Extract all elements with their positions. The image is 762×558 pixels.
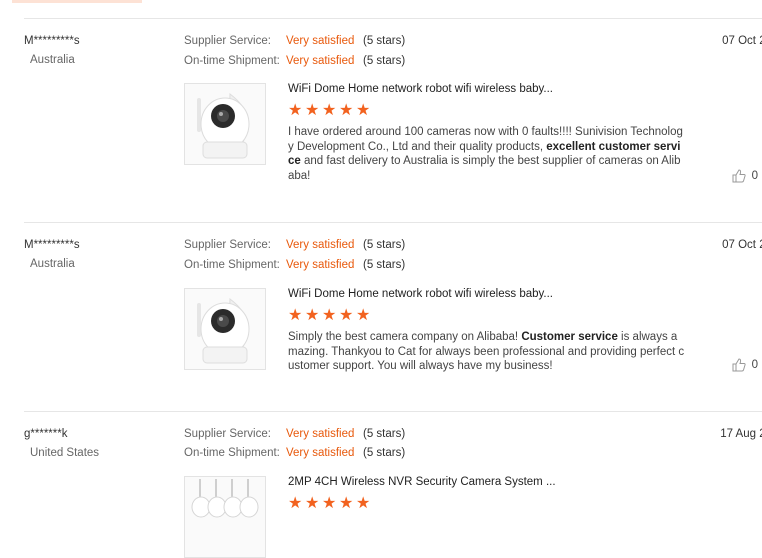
shipment-rating: On-time Shipment: Very satisfied (5 star… [184,259,405,271]
shipment-rating: On-time Shipment: Very satisfied (5 star… [184,447,405,459]
rating-label: Supplier Service: [184,35,271,47]
star-icon: ★ [322,307,337,324]
review-date: 07 Oct 20 [722,239,762,251]
rating-value: Very satisfied [286,447,355,459]
rating-stars-text: (5 stars) [363,35,406,47]
nvr-camera-kit-image [185,477,265,557]
star-icon: ★ [305,102,320,119]
like-count: 0 [751,359,758,371]
star-icon: ★ [356,307,371,324]
product-title-link[interactable]: WiFi Dome Home network robot wifi wirele… [288,288,553,300]
rating-label: On-time Shipment: [184,259,280,271]
star-rating: ★ ★ ★ ★ ★ [288,102,371,119]
product-thumbnail[interactable] [184,288,266,370]
star-icon: ★ [356,102,371,119]
star-rating: ★ ★ ★ ★ ★ [288,307,371,324]
rating-stars-text: (5 stars) [363,447,406,459]
review-date: 17 Aug 20 [720,428,762,440]
review-item: g*******k United States 17 Aug 20 Suppli… [24,411,762,558]
star-icon: ★ [288,307,303,324]
dome-camera-image [185,289,265,369]
review-text: Simply the best camera company on Alibab… [288,331,685,372]
star-icon: ★ [356,495,371,512]
supplier-service-rating: Supplier Service: Very satisfied (5 star… [184,35,405,47]
star-icon: ★ [288,102,303,119]
supplier-service-rating: Supplier Service: Very satisfied (5 star… [184,428,405,440]
star-icon: ★ [322,102,337,119]
rating-value: Very satisfied [286,55,355,67]
buyer-country: Australia [30,54,75,66]
review-text: I have ordered around 100 cameras now wi… [288,126,683,182]
star-icon: ★ [305,495,320,512]
thumbs-up-icon [732,169,746,183]
buyer-name: M*********s [24,239,80,251]
buyer-name: g*******k [24,428,68,440]
review-date: 07 Oct 20 [722,35,762,47]
like-button[interactable]: 0 [732,169,758,183]
supplier-service-rating: Supplier Service: Very satisfied (5 star… [184,239,405,251]
rating-stars-text: (5 stars) [363,428,406,440]
review-item: M*********s Australia 07 Oct 20 Supplier… [24,222,762,412]
product-title-link[interactable]: WiFi Dome Home network robot wifi wirele… [288,83,553,95]
rating-label: Supplier Service: [184,239,271,251]
like-count: 0 [751,170,758,182]
star-icon: ★ [322,495,337,512]
product-thumbnail[interactable] [184,83,266,165]
star-icon: ★ [339,307,354,324]
dome-camera-image [185,84,265,164]
review-item: M*********s Australia 07 Oct 20 Supplier… [24,18,762,223]
star-icon: ★ [339,102,354,119]
rating-value: Very satisfied [286,259,355,271]
like-button[interactable]: 0 [732,358,758,372]
product-thumbnail[interactable] [184,476,266,558]
shipment-rating: On-time Shipment: Very satisfied (5 star… [184,55,405,67]
rating-label: On-time Shipment: [184,447,280,459]
star-icon: ★ [339,495,354,512]
thumbs-up-icon [732,358,746,372]
rating-value: Very satisfied [286,239,355,251]
product-title-link[interactable]: 2MP 4CH Wireless NVR Security Camera Sys… [288,476,556,488]
rating-label: On-time Shipment: [184,55,280,67]
rating-label: Supplier Service: [184,428,271,440]
buyer-name: M*********s [24,35,80,47]
buyer-country: Australia [30,258,75,270]
rating-value: Very satisfied [286,35,355,47]
rating-stars-text: (5 stars) [363,239,406,251]
rating-stars-text: (5 stars) [363,259,406,271]
buyer-country: United States [30,447,100,459]
star-icon: ★ [305,307,320,324]
rating-stars-text: (5 stars) [363,55,406,67]
star-icon: ★ [288,495,303,512]
star-rating: ★ ★ ★ ★ ★ [288,495,371,512]
tab-underline-accent [12,0,142,3]
rating-value: Very satisfied [286,428,355,440]
